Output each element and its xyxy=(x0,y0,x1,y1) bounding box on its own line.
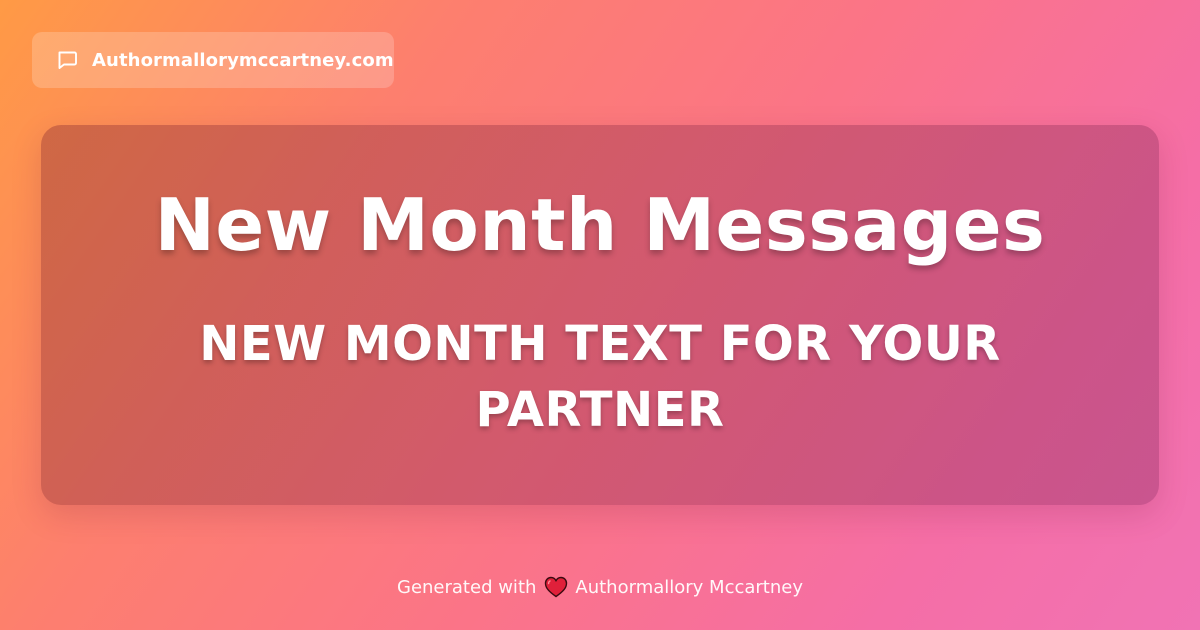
site-domain[interactable]: Authormallorymccartney.com xyxy=(92,50,394,71)
footer-prefix: Generated with xyxy=(397,576,537,598)
title-card: New Month Messages NEW MONTH TEXT FOR YO… xyxy=(41,125,1159,505)
page-title: New Month Messages xyxy=(154,183,1046,267)
heart-icon xyxy=(544,576,568,598)
footer-credit: Generated with Authormallory Mccartney xyxy=(0,574,1200,600)
page-subtitle: NEW MONTH TEXT FOR YOUR PARTNER xyxy=(199,316,1001,438)
footer-author[interactable]: Authormallory Mccartney xyxy=(575,577,803,598)
site-badge[interactable]: Authormallorymccartney.com xyxy=(32,32,394,88)
chat-bubble-icon xyxy=(56,49,78,71)
